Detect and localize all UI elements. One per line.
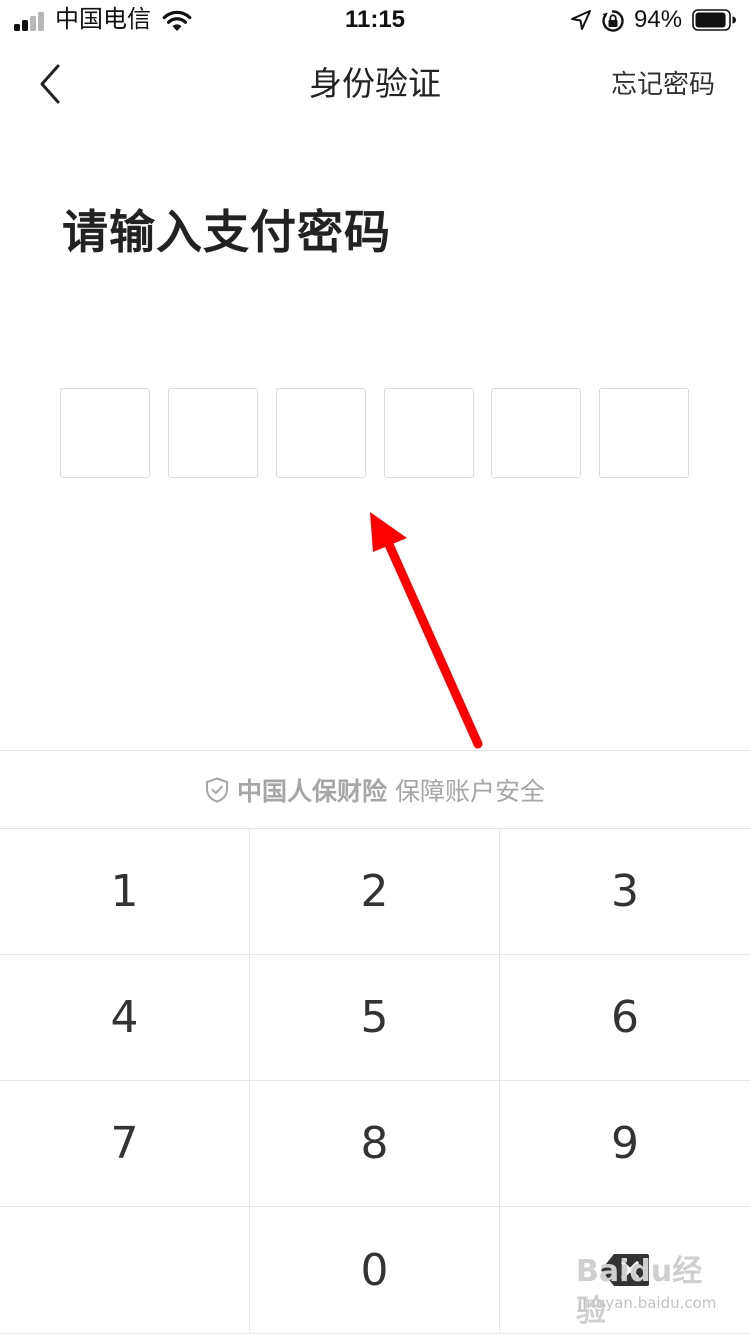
forgot-password-link[interactable]: 忘记密码 — [611, 66, 715, 102]
key-3[interactable]: 3 — [500, 829, 750, 955]
key-7[interactable]: 7 — [0, 1081, 250, 1207]
shield-check-icon — [205, 777, 228, 803]
battery-percent: 94% — [634, 6, 683, 33]
pin-digit-box-1[interactable] — [60, 388, 150, 478]
pin-digit-box-3[interactable] — [276, 388, 366, 478]
pin-digit-box-6[interactable] — [599, 388, 689, 478]
security-banner: 中国人保财险 保障账户安全 — [0, 750, 750, 828]
key-blank — [0, 1207, 250, 1334]
key-6[interactable]: 6 — [500, 955, 750, 1081]
security-slogan: 保障账户安全 — [395, 778, 546, 806]
password-prompt-heading: 请输入支付密码 — [62, 206, 391, 258]
key-1[interactable]: 1 — [0, 829, 250, 955]
backspace-icon — [601, 1254, 649, 1286]
backspace-key[interactable] — [500, 1207, 750, 1334]
location-arrow-icon — [571, 10, 591, 30]
pin-digit-box-4[interactable] — [384, 388, 474, 478]
security-brand-name: 中国人保财险 — [236, 778, 387, 806]
key-2[interactable]: 2 — [250, 829, 500, 955]
status-bar: 中国电信 11:15 94% — [0, 0, 750, 40]
key-5[interactable]: 5 — [250, 955, 500, 1081]
key-9[interactable]: 9 — [500, 1081, 750, 1207]
key-8[interactable]: 8 — [250, 1081, 500, 1207]
key-0[interactable]: 0 — [250, 1207, 500, 1334]
orientation-lock-icon — [602, 10, 624, 32]
battery-icon — [692, 9, 736, 31]
pin-digit-box-5[interactable] — [491, 388, 581, 478]
key-4[interactable]: 4 — [0, 955, 250, 1081]
numeric-keypad: 1 2 3 4 5 6 7 8 9 0 — [0, 828, 750, 1334]
annotation-arrow — [370, 512, 483, 749]
pin-digit-box-2[interactable] — [168, 388, 258, 478]
